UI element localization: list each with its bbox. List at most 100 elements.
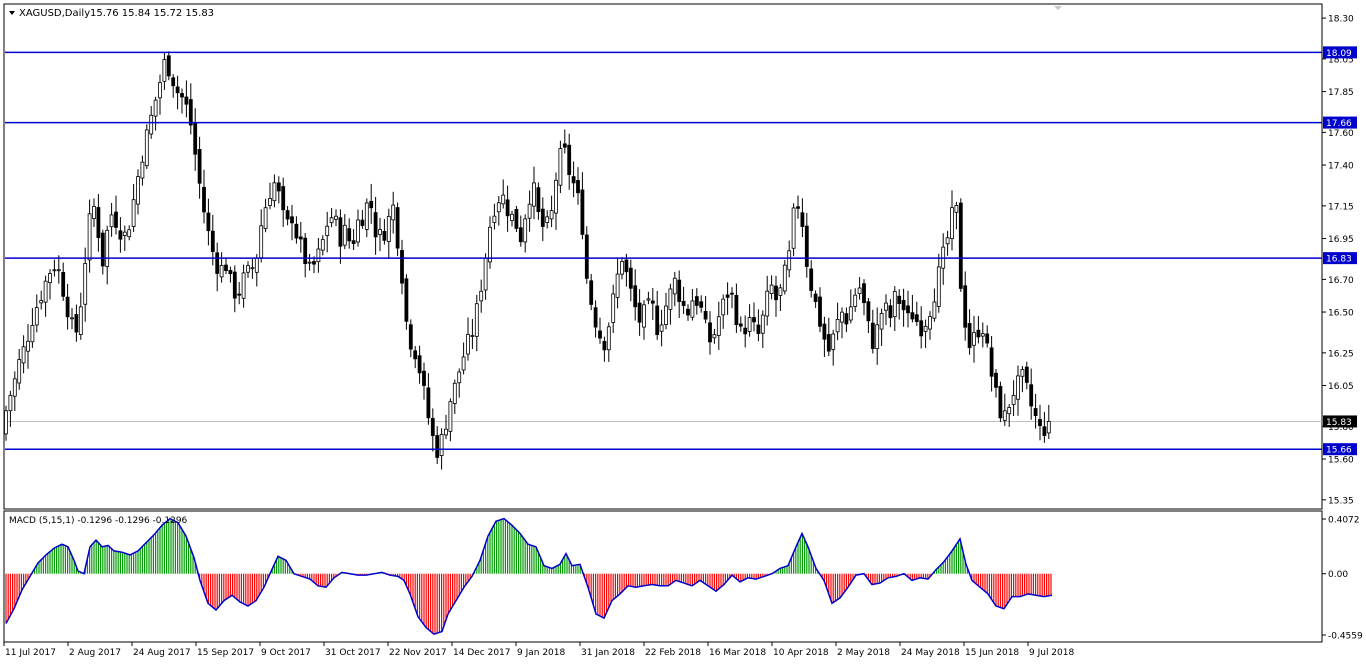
candle-body-bull bbox=[932, 301, 937, 319]
candle-body-bull bbox=[92, 206, 96, 219]
candle-body-bear bbox=[184, 96, 189, 105]
candle-body-bear bbox=[919, 320, 924, 337]
candle-body-bull bbox=[8, 394, 13, 412]
candle-body-bull bbox=[950, 207, 954, 239]
candle-body-bull bbox=[848, 306, 853, 321]
candle-body-bull bbox=[483, 257, 488, 291]
candle-body-bull bbox=[496, 202, 501, 213]
candle-body-bull bbox=[43, 280, 48, 303]
candle-body-bear bbox=[100, 232, 105, 267]
candle-body-bull bbox=[457, 371, 462, 384]
candle-body-bull bbox=[320, 239, 325, 251]
candle-body-bull bbox=[127, 229, 132, 238]
candle-body-bull bbox=[241, 272, 246, 299]
candle-body-bull bbox=[690, 300, 695, 318]
candle-body-bear bbox=[1038, 419, 1042, 427]
candle-body-bull bbox=[892, 291, 897, 318]
candle-body-bear bbox=[738, 323, 743, 327]
candle-body-bull bbox=[721, 298, 726, 316]
candle-body-bear bbox=[998, 385, 1003, 419]
candle-body-bull bbox=[466, 334, 470, 355]
candle-body-bull bbox=[558, 148, 563, 186]
candle-body-bear bbox=[804, 225, 809, 267]
candle-body-bear bbox=[862, 283, 866, 304]
candle-body-bear bbox=[347, 228, 352, 242]
candle-body-bear bbox=[114, 211, 118, 228]
candle-body-bear bbox=[796, 206, 800, 209]
price-pane-frame bbox=[3, 3, 1323, 510]
time-tick-label: 2 Aug 2017 bbox=[69, 648, 121, 658]
candle-body-bull bbox=[712, 334, 717, 339]
candle-body-bear bbox=[633, 285, 638, 308]
candle-body-bull bbox=[144, 129, 149, 167]
level-label: 18.09 bbox=[1326, 49, 1352, 59]
price-tick-label: 17.40 bbox=[1328, 162, 1354, 172]
candle-body-bull bbox=[972, 332, 976, 346]
candle-body-bear bbox=[202, 186, 206, 213]
candle-body-bull bbox=[1011, 395, 1016, 405]
candle-body-bear bbox=[989, 347, 994, 377]
candle-body-bull bbox=[386, 215, 391, 243]
candle-body-bear bbox=[822, 323, 827, 340]
candle-body-bear bbox=[536, 187, 541, 213]
candle-body-bull bbox=[527, 203, 532, 219]
macd-tick-label: 0.00 bbox=[1328, 570, 1348, 580]
candle-body-bear bbox=[180, 93, 184, 98]
candle-body-bull bbox=[39, 300, 44, 304]
price-tick-label: 17.60 bbox=[1328, 129, 1354, 139]
candle-body-bull bbox=[760, 314, 765, 334]
price-tick-label: 16.05 bbox=[1328, 382, 1354, 392]
candle-body-bull bbox=[923, 325, 928, 332]
candle-body-bull bbox=[307, 261, 312, 264]
candle-body-bear bbox=[188, 99, 193, 126]
price-tick-label: 16.25 bbox=[1328, 349, 1354, 359]
candle-body-bear bbox=[699, 301, 704, 308]
macd-axis: 0.4072 0.00 -0.4559 bbox=[1322, 516, 1363, 642]
candle-body-bull bbox=[162, 59, 167, 82]
candle-body-bull bbox=[1002, 410, 1007, 421]
price-tick-label: 18.30 bbox=[1328, 15, 1354, 25]
candle-body-bull bbox=[853, 294, 858, 307]
candle-body-bull bbox=[140, 161, 145, 179]
candle-body-bear bbox=[914, 314, 919, 322]
time-tick-label: 22 Feb 2018 bbox=[645, 648, 701, 658]
time-tick-label: 11 Jul 2017 bbox=[5, 648, 56, 658]
candle-body-bull bbox=[488, 226, 492, 263]
time-axis: 11 Jul 2017 2 Aug 2017 24 Aug 2017 15 Sep 2… bbox=[3, 642, 1074, 658]
candle-body-bull bbox=[554, 179, 558, 214]
candle-body-bear bbox=[369, 200, 374, 209]
chart-canvas[interactable]: 18.3018.0517.8517.6017.4017.1516.9516.70… bbox=[0, 0, 1366, 665]
candle-body-bear bbox=[686, 308, 690, 316]
candle-body-bear bbox=[175, 86, 180, 94]
candle-body-bear bbox=[681, 300, 686, 306]
price-tick-label: 16.95 bbox=[1328, 235, 1354, 245]
time-tick-label: 14 Dec 2017 bbox=[453, 648, 511, 658]
candle-body-bull bbox=[158, 82, 162, 99]
candle-body-bear bbox=[703, 310, 708, 320]
candle-body-bull bbox=[642, 304, 646, 328]
candle-body-bear bbox=[65, 296, 70, 318]
candle-body-bear bbox=[237, 293, 242, 296]
candle-body-bear bbox=[422, 370, 426, 386]
candle-body-bull bbox=[840, 311, 844, 323]
candle-body-bull bbox=[439, 434, 444, 456]
candle-body-bull bbox=[611, 293, 616, 323]
candle-body-bear bbox=[562, 143, 567, 148]
candle-body-bull bbox=[334, 215, 338, 220]
candle-body-bull bbox=[105, 229, 110, 267]
candle-body-bull bbox=[765, 290, 770, 317]
candle-body-bull bbox=[954, 205, 959, 213]
time-tick-label: 2 May 2018 bbox=[837, 648, 890, 658]
candle-body-bull bbox=[461, 356, 466, 371]
candle-body-bull bbox=[259, 225, 264, 259]
candle-body-bear bbox=[976, 329, 981, 338]
candle-body-bear bbox=[576, 180, 580, 194]
candle-body-bull bbox=[70, 317, 74, 320]
candle-body-bull bbox=[875, 324, 880, 350]
candle-body-bull bbox=[523, 218, 528, 243]
candle-body-bull bbox=[263, 207, 268, 229]
level-label: 16.83 bbox=[1326, 255, 1352, 265]
candle-body-bear bbox=[193, 122, 198, 155]
candle-body-bull bbox=[56, 269, 61, 272]
current-price-label: 15.83 bbox=[1326, 418, 1352, 428]
